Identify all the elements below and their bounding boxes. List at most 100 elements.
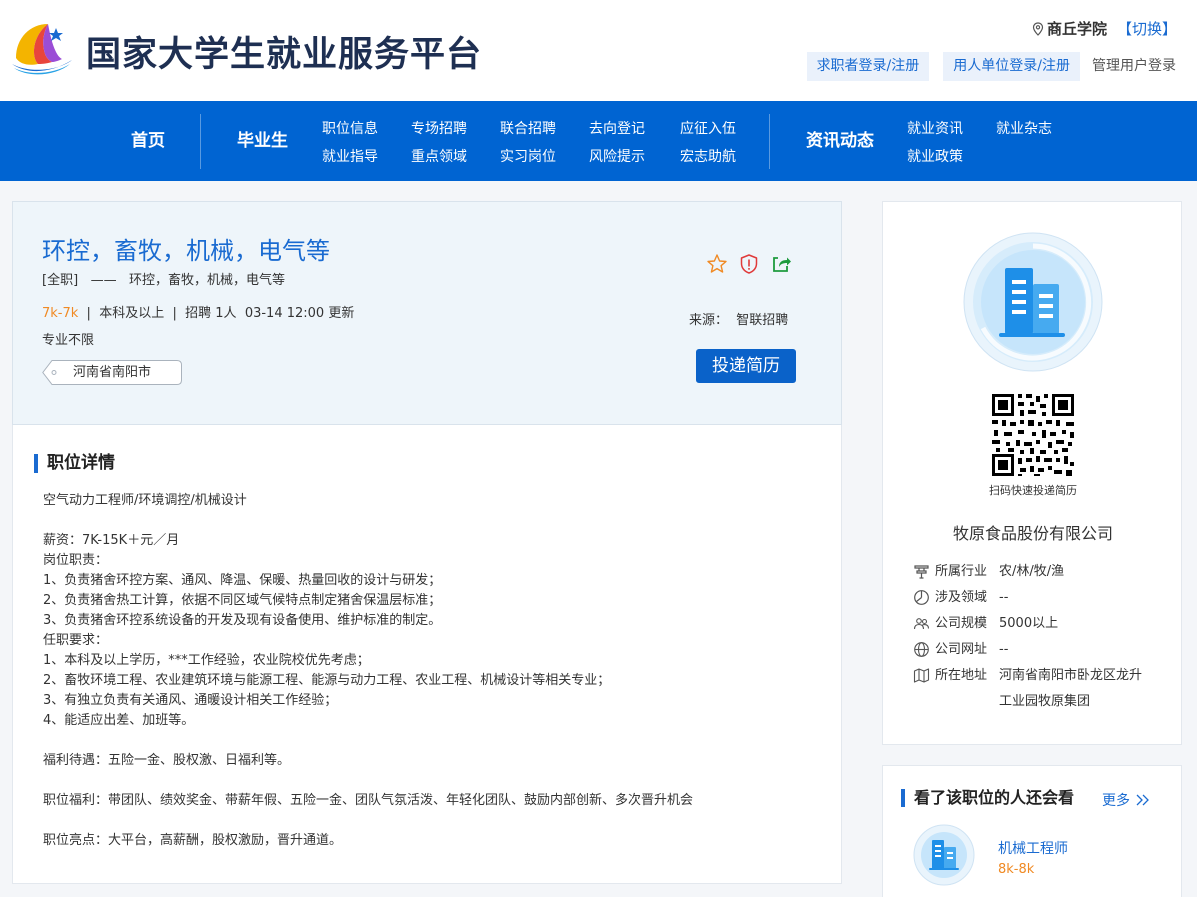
nav-news[interactable]: 资讯动态	[806, 101, 874, 181]
job-subtitle: [全职] —— 环控，畜牧，机械，电气等	[42, 269, 285, 288]
description-line: 2、负责猪舍热工计算，依据不同区域气候特点制定猪舍保温层标准；	[43, 593, 442, 608]
address-label: 所在地址	[935, 668, 988, 683]
nav-item-enlist[interactable]: 应征入伍	[680, 118, 736, 138]
job-location: 河南省南阳市	[73, 365, 152, 380]
job-major: 专业不限	[42, 333, 95, 348]
qr-code-icon	[990, 392, 1076, 478]
nav-divider	[769, 114, 770, 169]
scale-label: 公司规模	[935, 616, 988, 631]
current-school: 商丘学院	[1046, 20, 1107, 38]
field-label: 涉及领域	[935, 590, 988, 605]
industry-label: 所属行业	[935, 564, 988, 579]
nav-item-key-fields[interactable]: 重点领域	[411, 146, 467, 166]
description-line: 岗位职责：	[43, 553, 109, 568]
nav-graduate[interactable]: 毕业生	[237, 101, 288, 181]
description-line	[43, 771, 693, 791]
nav-item-joint-recruit[interactable]: 联合招聘	[500, 118, 556, 138]
nav-item-job-info[interactable]: 职位信息	[322, 118, 378, 138]
job-dash: ——	[90, 273, 117, 288]
description-line: 空气动力工程师/环境调控/机械设计	[43, 493, 247, 508]
platform-logo-icon[interactable]	[10, 18, 74, 76]
recommend-title: 看了该职位的人还会看	[901, 789, 1074, 807]
description-line	[43, 811, 693, 831]
location-pin-icon	[1032, 21, 1044, 36]
more-label: 更多	[1102, 793, 1130, 809]
job-location-tag: 河南省南阳市	[42, 360, 182, 385]
description-line: 职位福利：带团队、绩效奖金、带薪年假、五险一金、团队气氛活泼、年轻化团队、鼓励内…	[43, 793, 694, 808]
nav-item-employment-news[interactable]: 就业资讯	[907, 118, 963, 138]
description-line: 3、有独立负责有关通风、通暖设计相关工作经验；	[43, 693, 338, 708]
description-line: 1、本科及以上学历，***工作经验，农业院校优先考虑；	[43, 653, 370, 668]
seeker-login-button[interactable]: 求职者登录/注册	[806, 52, 930, 81]
company-card: 扫码快速投递简历 牧原食品股份有限公司 所属行业 农/林/牧/渔 涉及领域 --…	[882, 201, 1182, 745]
employer-login-button[interactable]: 用人单位登录/注册	[943, 52, 1080, 81]
job-actions	[706, 253, 792, 275]
industry-value: 农/林/牧/渔	[999, 564, 1065, 579]
double-chevron-right-icon	[1136, 794, 1149, 806]
description-line: 1、负责猪舍环控方案、通风、降温、保暖、热量回收的设计与研发；	[43, 573, 442, 588]
nav-item-hongzhi[interactable]: 宏志助航	[680, 146, 736, 166]
job-headcount: 招聘 1人	[185, 306, 237, 321]
location-selector: 商丘学院 【切换】	[1032, 18, 1177, 39]
job-source: 来源： 智联招聘	[689, 309, 788, 328]
description-line: 3、负责猪舍环控系统设备的开发及现有设备使用、维护标准的制定。	[43, 613, 442, 628]
nav-item-risk-alert[interactable]: 风险提示	[589, 146, 645, 166]
address-value: 河南省南阳市卧龙区龙升工业园牧原集团	[999, 668, 1143, 709]
recommend-job-salary: 8k-8k	[998, 862, 1035, 877]
favorite-star-icon[interactable]	[706, 253, 728, 275]
nav-item-career-guidance[interactable]: 就业指导	[322, 146, 378, 166]
description-line: 任职要求：	[43, 633, 109, 648]
nav-item-internship[interactable]: 实习岗位	[500, 146, 556, 166]
pie-chart-icon	[914, 590, 929, 605]
description-line: 福利待遇：五险一金、股权激、日福利等。	[43, 753, 291, 768]
job-meta: 7k-7k | 本科及以上 | 招聘 1人 03-14 12:00 更新	[42, 306, 355, 321]
description-line	[43, 731, 693, 751]
job-details-panel: 职位详情 空气动力工程师/环境调控/机械设计 薪资：7K-15K＋元／月 岗位职…	[12, 425, 842, 884]
description-line: 4、能适应出差、加班等。	[43, 713, 195, 728]
company-name[interactable]: 牧原食品股份有限公司	[883, 520, 1183, 544]
job-updated: 03-14 12:00 更新	[244, 306, 355, 321]
description-line: 职位亮点：大平台，高薪酬，股权激励，晋升通道。	[43, 833, 343, 848]
job-type: [全职]	[42, 273, 79, 288]
nav-divider	[200, 114, 201, 169]
admin-login-link[interactable]: 管理用户登录	[1086, 52, 1182, 81]
people-icon	[913, 618, 930, 630]
website-label: 公司网址	[935, 642, 988, 657]
login-bar: 求职者登录/注册 用人单位登录/注册 管理用户登录	[793, 52, 1182, 81]
company-building-icon[interactable]	[963, 232, 1103, 372]
recommend-more-link[interactable]: 更多	[1102, 790, 1150, 810]
description-line: 2、畜牧环境工程、农业建筑环境与能源工程、能源与动力工程、农业工程、机械设计等相…	[43, 673, 611, 688]
report-shield-icon[interactable]	[738, 253, 760, 275]
source-label: 来源：	[689, 313, 729, 328]
job-summary-card: 环控，畜牧，机械，电气等 [全职] —— 环控，畜牧，机械，电气等 7k-7k …	[12, 201, 842, 425]
recommend-company-icon[interactable]	[913, 824, 975, 886]
industry-icon	[914, 565, 929, 579]
nav-item-employment-magazine[interactable]: 就业杂志	[996, 118, 1052, 138]
site-title: 国家大学生就业服务平台	[86, 35, 483, 75]
globe-icon	[914, 642, 929, 657]
qr-caption: 扫码快速投递简历	[989, 484, 1077, 497]
scale-value: 5000以上	[999, 616, 1059, 631]
job-subtitle-text: 环控，畜牧，机械，电气等	[128, 273, 285, 288]
main-nav: 首页 毕业生 职位信息 专场招聘 联合招聘 去向登记 应征入伍 就业指导 重点领…	[0, 101, 1197, 181]
website-value: --	[999, 642, 1009, 657]
map-icon	[913, 668, 930, 683]
job-details-title: 职位详情	[34, 454, 115, 473]
nav-item-special-recruit[interactable]: 专场招聘	[411, 118, 467, 138]
job-salary: 7k-7k	[42, 306, 79, 321]
recommend-card: 看了该职位的人还会看 更多 机械工程师 8k-8k	[882, 765, 1182, 897]
description-line: 薪资：7K-15K＋元／月	[43, 533, 180, 548]
source-name: 智联招聘	[736, 313, 789, 328]
job-description: 空气动力工程师/环境调控/机械设计 薪资：7K-15K＋元／月 岗位职责： 1、…	[43, 491, 693, 851]
switch-school-link[interactable]: 【切换】	[1117, 18, 1177, 39]
field-value: --	[999, 590, 1009, 605]
job-title: 环控，畜牧，机械，电气等	[42, 237, 330, 265]
nav-item-destination-register[interactable]: 去向登记	[589, 118, 645, 138]
nav-item-employment-policy[interactable]: 就业政策	[907, 146, 963, 166]
apply-resume-button[interactable]: 投递简历	[696, 349, 796, 383]
job-education: 本科及以上	[99, 306, 165, 321]
recommend-job-title[interactable]: 机械工程师	[998, 838, 1068, 858]
share-icon[interactable]	[770, 253, 792, 275]
site-header: 国家大学生就业服务平台 商丘学院 【切换】 求职者登录/注册 用人单位登录/注册…	[0, 0, 1197, 101]
nav-home[interactable]: 首页	[131, 101, 165, 181]
